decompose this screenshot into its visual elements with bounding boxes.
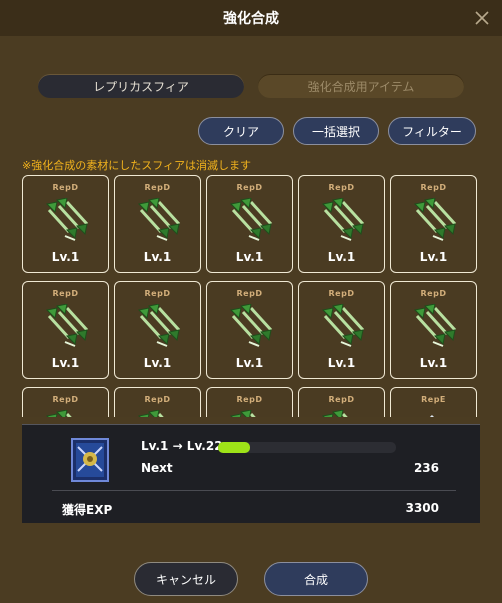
exp-label: 獲得EXP [62,503,113,517]
sphere-tag: RepD [236,289,263,298]
sphere-level: Lv.1 [419,356,448,370]
green-axe-icon [45,303,91,350]
green-axe-icon [321,409,367,417]
result-panel: Lv.1 → Lv.22 Next 236 獲得EXP 3300 [22,424,480,523]
sphere-tag: RepD [236,183,263,192]
sphere-tag: RepD [328,395,355,404]
sphere-card[interactable]: RepD Lv.1 [22,281,109,379]
clear-button[interactable]: クリア [198,117,284,145]
tab-replica-sphere[interactable]: レプリカスフィア [38,74,244,98]
cancel-button[interactable]: キャンセル [134,562,238,596]
sphere-level: Lv.1 [51,356,80,370]
sphere-level: Lv.1 [235,356,264,370]
sphere-tag: RepD [420,183,447,192]
sphere-tag: RepD [52,183,79,192]
sphere-level: Lv.1 [51,250,80,264]
green-axe-icon [137,303,183,350]
select-all-button[interactable]: 一括選択 [293,117,379,145]
sphere-level: Lv.1 [327,356,356,370]
close-icon [475,11,489,25]
green-axe-icon [413,197,459,244]
sphere-tag: RepD [144,183,171,192]
title-bar: 強化合成 [0,0,502,36]
green-axe-icon [137,409,183,417]
sphere-tag: RepD [144,395,171,404]
sphere-card[interactable]: RepD [114,387,201,417]
sphere-card[interactable]: RepD Lv.1 [298,281,385,379]
sphere-level: Lv.1 [419,250,448,264]
sphere-card[interactable]: RepE [390,387,477,417]
sphere-tag: RepD [328,289,355,298]
green-axe-icon [229,409,275,417]
banner-sphere-icon [70,437,110,483]
window-title: 強化合成 [223,11,279,27]
sphere-tag: RepE [421,395,446,404]
sphere-card[interactable]: RepD Lv.1 [298,175,385,273]
level-change: Lv.1 → Lv.22 [141,439,223,453]
sphere-tag: RepD [236,395,263,404]
exp-value: 3300 [405,501,439,515]
exp-progress-bar [218,442,396,453]
sphere-card[interactable]: RepD Lv.1 [114,175,201,273]
green-axe-icon [321,197,367,244]
sphere-card[interactable]: RepD Lv.1 [206,175,293,273]
warning-notice: ※強化合成の素材にしたスフィアは消滅します [22,159,251,172]
divider [52,490,456,491]
synthesize-button[interactable]: 合成 [264,562,368,596]
green-axe-icon [413,303,459,350]
sphere-card[interactable]: RepD Lv.1 [114,281,201,379]
green-axe-icon [137,197,183,244]
sphere-level: Lv.1 [235,250,264,264]
next-label: Next [141,461,173,475]
sphere-tag: RepD [52,289,79,298]
sphere-card[interactable]: RepD Lv.1 [390,175,477,273]
filter-button[interactable]: フィルター [388,117,476,145]
sphere-tag: RepD [420,289,447,298]
sphere-level: Lv.1 [143,250,172,264]
sword-icon [413,410,459,417]
sphere-card[interactable]: RepD Lv.1 [390,281,477,379]
sphere-tag: RepD [144,289,171,298]
green-axe-icon [45,197,91,244]
green-axe-icon [45,409,91,417]
sphere-card[interactable]: RepD Lv.1 [22,175,109,273]
sphere-card[interactable]: RepD [22,387,109,417]
close-button[interactable] [470,6,494,30]
sphere-tag: RepD [52,395,79,404]
tab-enhance-items[interactable]: 強化合成用アイテム [258,74,464,98]
sphere-grid: RepD Lv.1 RepD Lv.1 RepD Lv.1 RepD Lv.1 RepD Lv.1… [22,175,482,417]
sphere-card[interactable]: RepD [206,387,293,417]
sphere-card[interactable]: RepD Lv.1 [206,281,293,379]
green-axe-icon [229,197,275,244]
sphere-card[interactable]: RepD [298,387,385,417]
exp-progress-fill [218,442,251,453]
green-axe-icon [229,303,275,350]
next-value: 236 [413,461,439,475]
sphere-level: Lv.1 [143,356,172,370]
sphere-tag: RepD [328,183,355,192]
sphere-level: Lv.1 [327,250,356,264]
green-axe-icon [321,303,367,350]
